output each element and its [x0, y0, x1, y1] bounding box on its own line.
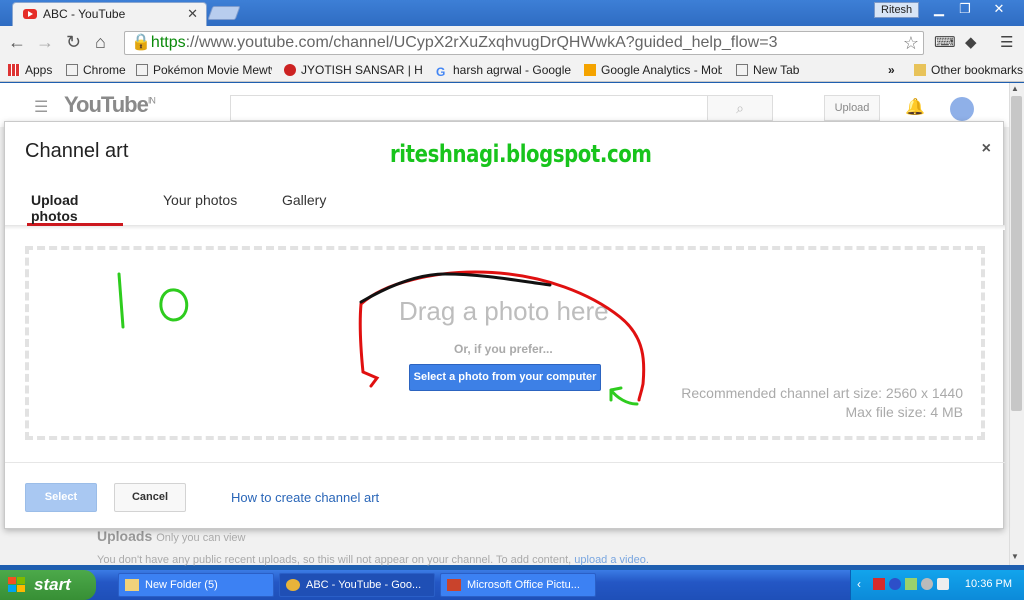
- task-new-folder[interactable]: New Folder (5): [118, 573, 274, 597]
- new-tab-button[interactable]: [207, 6, 241, 20]
- picture-manager-icon: [447, 579, 461, 591]
- help-link[interactable]: How to create channel art: [231, 490, 379, 505]
- green-arrow-annotation: [609, 386, 639, 406]
- jyotish-icon: [284, 64, 296, 76]
- search-button[interactable]: ⌕: [707, 95, 773, 121]
- other-bookmarks[interactable]: Other bookmarks: [914, 63, 1023, 77]
- red-arrow-annotation: [358, 270, 646, 402]
- bookmark-harsh[interactable]: Gharsh agrwal - Google: [436, 63, 574, 78]
- screen: ABC - YouTube ✕ Ritesh ▁ ❐ ✕ ← → ↻ ⌂ 🔒ht…: [0, 0, 1024, 600]
- apps-grid-icon: [8, 64, 20, 76]
- bookmark-jyotish[interactable]: JYOTISH SANSAR | Hind: [284, 63, 422, 77]
- start-button[interactable]: start: [0, 570, 96, 600]
- clock: 10:36 PM: [964, 578, 1012, 590]
- page-icon: [736, 64, 748, 76]
- guide-menu-icon[interactable]: ☰: [34, 97, 48, 117]
- bookmark-apps[interactable]: Apps: [8, 63, 52, 77]
- url-text: ://www.youtube.com/channel/UCypX2rXuZxqh…: [185, 34, 778, 51]
- tab-close-icon[interactable]: ✕: [187, 6, 198, 22]
- task-youtube[interactable]: ABC - YouTube - Goo...: [279, 573, 435, 597]
- scrollbar-thumb[interactable]: [1011, 96, 1022, 411]
- url-scheme: https: [150, 34, 186, 51]
- bookmark-chrome[interactable]: Chrome: [66, 63, 126, 77]
- select-button[interactable]: Select: [25, 483, 97, 512]
- task-picture-manager[interactable]: Microsoft Office Pictu...: [440, 573, 596, 597]
- uploads-text: You don't have any public recent uploads…: [97, 554, 649, 566]
- reload-icon[interactable]: ↻: [66, 32, 81, 52]
- usb-icon[interactable]: [937, 578, 949, 590]
- forward-arrow-icon[interactable]: →: [36, 32, 54, 52]
- scroll-down-icon[interactable]: ▼: [1011, 552, 1019, 561]
- bookmark-newtab[interactable]: New Tab: [736, 63, 799, 77]
- bookmark-analytics[interactable]: Google Analytics - Mobile: [584, 63, 722, 77]
- search-input[interactable]: [230, 95, 708, 121]
- home-icon[interactable]: ⌂: [95, 32, 106, 52]
- analytics-icon: [584, 64, 596, 76]
- scroll-up-icon[interactable]: ▲: [1011, 84, 1019, 93]
- chrome-icon: [286, 579, 300, 591]
- keyboard-extension-icon[interactable]: ⌨: [934, 33, 956, 51]
- volume-icon[interactable]: [921, 578, 933, 590]
- antivirus-icon[interactable]: [873, 578, 885, 590]
- windows-flag-icon: [8, 577, 25, 592]
- profile-badge[interactable]: Ritesh: [874, 2, 920, 18]
- bookmark-pokemon[interactable]: Pokémon Movie Mewtwo: [136, 63, 272, 77]
- youtube-logo[interactable]: YouTubeIN: [64, 92, 156, 118]
- restore-button[interactable]: ❐: [952, 1, 978, 17]
- menu-icon[interactable]: ☰: [1000, 33, 1013, 51]
- bluetooth-icon[interactable]: [889, 578, 901, 590]
- upload-video-link[interactable]: upload a video.: [574, 554, 649, 566]
- taskbar: start New Folder (5) ABC - YouTube - Goo…: [0, 570, 1024, 600]
- network-icon[interactable]: [905, 578, 917, 590]
- google-icon: G: [436, 65, 446, 78]
- back-arrow-icon[interactable]: ←: [8, 32, 26, 52]
- page-icon: [136, 64, 148, 76]
- fish-extension-icon[interactable]: ◆: [965, 33, 977, 51]
- uploads-heading: Uploads Only you can view: [97, 528, 246, 544]
- page-icon: [66, 64, 78, 76]
- folder-icon: [914, 64, 926, 76]
- browser-tab[interactable]: ABC - YouTube ✕: [12, 2, 207, 26]
- hand-drawn-annotations: [117, 270, 646, 406]
- bookmark-star-icon[interactable]: ☆: [903, 32, 919, 54]
- bookmarks-bar: Apps Chrome Pokémon Movie Mewtwo JYOTISH…: [0, 60, 1024, 82]
- bookmarks-overflow-icon[interactable]: »: [888, 63, 895, 77]
- address-bar[interactable]: 🔒https://www.youtube.com/channel/UCypX2r…: [124, 31, 924, 55]
- avatar[interactable]: [950, 97, 974, 121]
- browser-titlebar: ABC - YouTube ✕ Ritesh ▁ ❐ ✕: [0, 0, 1024, 26]
- cancel-button[interactable]: Cancel: [114, 483, 186, 512]
- bell-icon[interactable]: 🔔: [905, 97, 925, 117]
- channel-art-dialog: Channel art riteshnagi.blogspot.com × Up…: [4, 121, 1005, 530]
- minimize-button[interactable]: ▁: [926, 1, 952, 17]
- black-scribble-annotation: [359, 272, 552, 304]
- tray-expand-icon[interactable]: ‹: [857, 577, 861, 591]
- close-window-button[interactable]: ✕: [984, 1, 1014, 17]
- system-tray: ‹ 10:36 PM: [850, 570, 1024, 600]
- upload-button[interactable]: Upload: [824, 95, 880, 121]
- tab-title: ABC - YouTube: [43, 7, 126, 21]
- lock-icon: 🔒: [131, 34, 151, 51]
- youtube-favicon-icon: [23, 9, 37, 19]
- folder-icon: [125, 579, 139, 591]
- annotation-number-ten: [117, 272, 189, 329]
- dialog-footer: Select Cancel How to create channel art: [5, 462, 1005, 530]
